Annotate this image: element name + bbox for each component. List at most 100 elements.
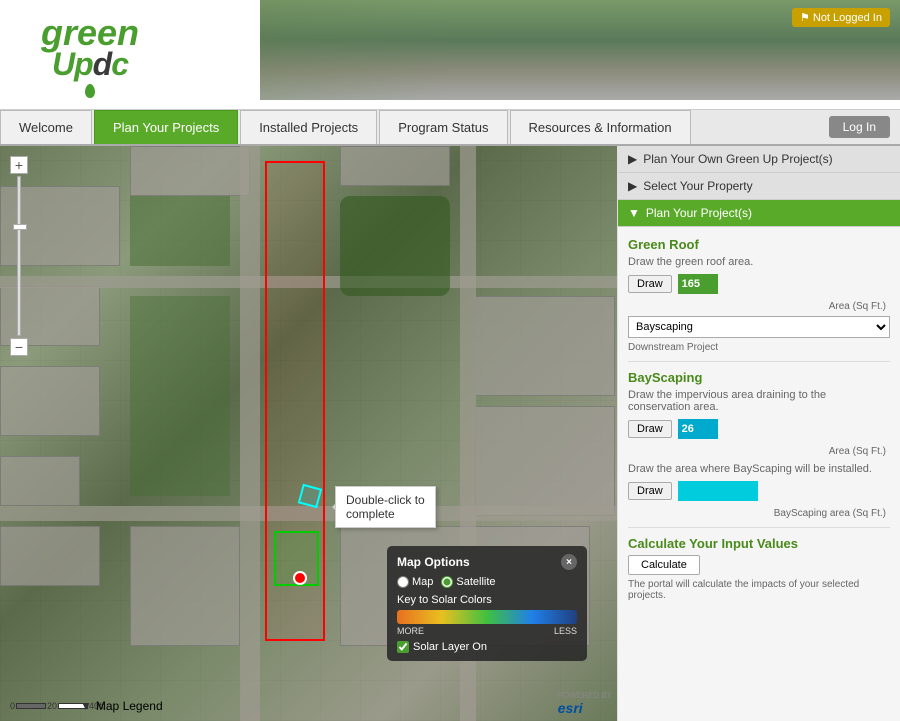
bayscaping-title: BayScaping [628,370,890,385]
building-5 [0,526,100,586]
satellite-radio-label: Satellite [456,576,495,588]
bayscaping-area-label-1: Area (Sq Ft.) [829,446,886,457]
logo: green Updc [10,5,170,105]
solar-layer-label: Solar Layer On [413,641,487,653]
calculate-section: Calculate Your Input Values Calculate Th… [628,536,890,601]
map-options-title: Map Options [397,555,470,569]
downstream-label: Downstream Project [628,342,890,353]
tab-welcome[interactable]: Welcome [0,110,92,144]
building-4 [0,456,80,506]
map-tooltip: Double-click to complete [335,486,436,528]
login-button[interactable]: Log In [829,116,890,138]
right-panel: ▶ Plan Your Own Green Up Project(s) ▶ Se… [617,146,900,721]
map-legend-button[interactable]: ▼ Map Legend [80,699,163,713]
scale-seg-1 [16,703,46,709]
zoom-in-button[interactable]: + [10,156,28,174]
trees [340,196,450,296]
solar-less-label: LESS [554,626,577,636]
map-radio-input[interactable] [397,576,409,588]
green-roof-dropdown[interactable]: Bayscaping Option 2 [628,316,890,338]
bayscaping-draw-button-1[interactable]: Draw [628,420,672,438]
header: green Updc Not Logged In [0,0,900,110]
bayscaping-area-bar [678,481,758,501]
arrow-icon-3: ▼ [628,206,640,220]
bayscaping-draw-row-2: Draw [628,481,890,501]
calculate-title: Calculate Your Input Values [628,536,890,551]
building-9 [130,526,240,646]
red-dot-marker [293,571,307,585]
calculate-desc: The portal will calculate the impacts of… [628,579,890,601]
section2-label: Select Your Property [643,179,752,193]
tab-program-status[interactable]: Program Status [379,110,507,144]
solar-gradient-bar [397,610,577,624]
satellite-radio-item[interactable]: Satellite [441,576,495,588]
building-11 [475,406,615,516]
tab-resources[interactable]: Resources & Information [510,110,691,144]
map-type-selector: Map Satellite [397,576,577,588]
map-options-panel: Map Options × Map Satellite Key to Solar… [387,546,587,661]
satellite-radio-input[interactable] [441,576,453,588]
nav-bar: Welcome Plan Your Projects Installed Pro… [0,110,900,146]
section3-label: Plan Your Project(s) [646,206,752,220]
divider-1 [628,361,890,362]
green-roof-title: Green Roof [628,237,890,252]
arrow-icon-1: ▶ [628,152,637,166]
building-3 [0,366,100,436]
map-radio-item[interactable]: Map [397,576,433,588]
plan-project-content: Green Roof Draw the green roof area. Dra… [618,227,900,611]
panel-section-plan-projects[interactable]: ▼ Plan Your Project(s) [618,200,900,227]
section1-label: Plan Your Own Green Up Project(s) [643,152,832,166]
map-options-close-button[interactable]: × [561,554,577,570]
map-options-header: Map Options × [397,554,577,570]
solar-layer-toggle[interactable]: Solar Layer On [397,641,577,653]
powered-by-label: POWERED BY [558,691,612,700]
map-area[interactable]: Double-click to complete + − Map Options… [0,146,617,721]
esri-logo: POWERED BY esri [558,691,612,716]
zoom-out-button[interactable]: − [10,338,28,356]
logo-drop [85,84,95,98]
building-10 [475,296,615,396]
calculate-button[interactable]: Calculate [628,555,700,575]
zoom-track[interactable] [17,176,21,336]
green-roof-draw-button[interactable]: Draw [628,275,672,293]
map-legend-label: Map Legend [96,699,163,713]
main-content: Double-click to complete + − Map Options… [0,146,900,721]
bayscaping-draw-row-1: Draw 26 [628,419,890,439]
map-radio-label: Map [412,576,433,588]
panel-section-plan-own[interactable]: ▶ Plan Your Own Green Up Project(s) [618,146,900,173]
road-vertical-1 [240,146,260,721]
building-7 [340,146,450,186]
tab-plan-projects[interactable]: Plan Your Projects [94,110,238,144]
grass-2 [130,296,230,496]
tooltip-line1: Double-click to [346,493,425,507]
solar-more-label: MORE [397,626,424,636]
scale-0: 0 [10,701,15,711]
bayscaping-value-bar: 26 [678,419,718,439]
solar-labels: MORE LESS [397,626,577,636]
scale-20: 20 [47,701,57,711]
solar-key-label: Key to Solar Colors [397,594,577,606]
tooltip-line2: complete [346,507,425,521]
map-legend-icon: ▼ [80,699,92,713]
building-6 [130,146,250,196]
solar-layer-checkbox[interactable] [397,641,409,653]
zoom-handle[interactable] [13,224,27,230]
not-logged-in-badge: Not Logged In [792,8,890,27]
panel-section-select-property[interactable]: ▶ Select Your Property [618,173,900,200]
arrow-icon-2: ▶ [628,179,637,193]
green-roof-value-bar: 165 [678,274,718,294]
bayscaping-draw-button-2[interactable]: Draw [628,482,672,500]
green-roof-draw-row: Draw 165 [628,274,890,294]
grass-1 [130,196,230,266]
logo-updc: Updc [52,46,128,83]
zoom-slider[interactable]: + − [10,156,28,356]
bayscaping-desc-2: Draw the area where BayScaping will be i… [628,463,890,475]
green-roof-desc: Draw the green roof area. [628,256,890,268]
tab-installed-projects[interactable]: Installed Projects [240,110,377,144]
green-roof-dropdown-row: Bayscaping Option 2 [628,316,890,338]
bayscaping-area-label-2: BayScaping area (Sq Ft.) [774,508,886,519]
esri-name: esri [558,700,612,716]
green-roof-area-label: Area (Sq Ft.) [829,301,886,312]
bayscaping-desc: Draw the impervious area draining to the… [628,389,890,413]
divider-2 [628,527,890,528]
